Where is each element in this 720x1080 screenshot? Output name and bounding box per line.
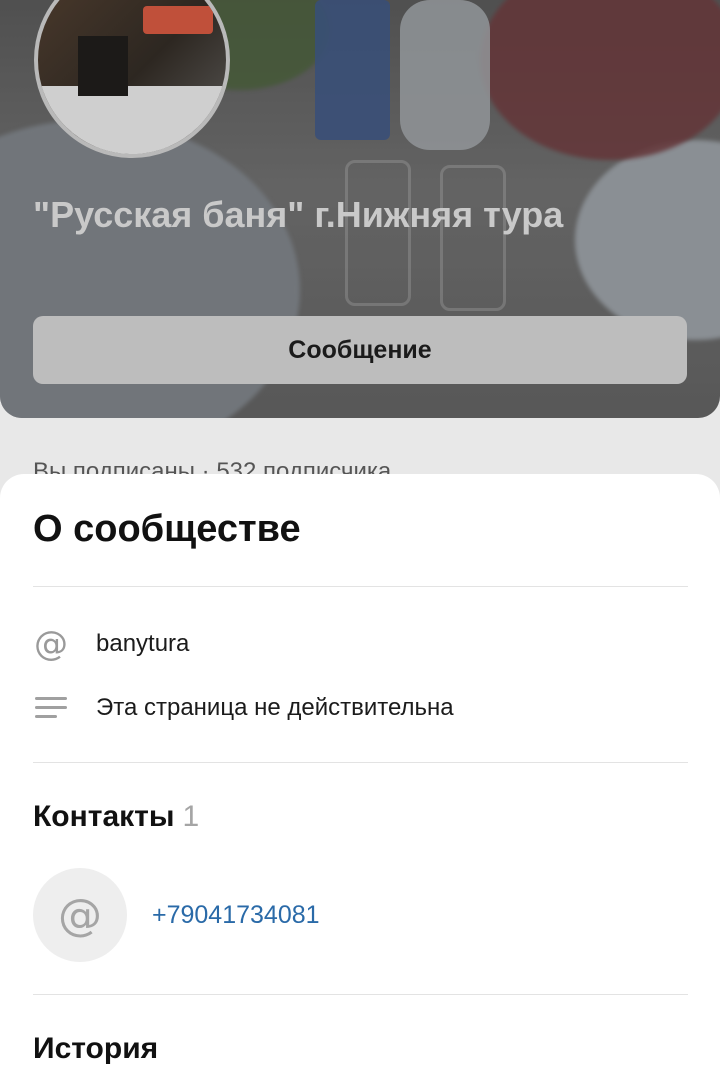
avatar-snow [38, 86, 226, 154]
contact-phone-link[interactable]: +79041734081 [152, 901, 320, 930]
avatar-sign [143, 6, 213, 34]
divider [33, 586, 688, 587]
about-item-description[interactable]: Эта страница не действительна [33, 688, 454, 728]
sheet-title: О сообществе [33, 508, 301, 550]
contacts-count: 1 [182, 800, 200, 833]
shortname-text: banytura [96, 630, 190, 657]
community-title: "Русская баня" г.Нижняя тура [33, 194, 564, 235]
description-text: Эта страница не действительна [96, 694, 454, 721]
about-item-shortname[interactable]: @ banytura [33, 624, 189, 664]
history-heading: История [33, 1032, 159, 1065]
community-header: "Русская баня" г.Нижняя тура Сообщение [0, 0, 720, 418]
contacts-heading: Контакты 1 [33, 800, 199, 834]
contact-at-icon[interactable]: @ [33, 868, 127, 962]
community-avatar[interactable] [34, 0, 230, 158]
message-button[interactable]: Сообщение [33, 316, 687, 384]
divider [33, 994, 688, 995]
about-community-sheet: О сообществе @ banytura Эта страница не … [0, 474, 720, 1080]
divider [33, 762, 688, 763]
text-lines-icon [33, 690, 69, 726]
contacts-title: Контакты [33, 800, 175, 833]
avatar-door [78, 36, 128, 96]
at-icon: @ [34, 624, 68, 664]
